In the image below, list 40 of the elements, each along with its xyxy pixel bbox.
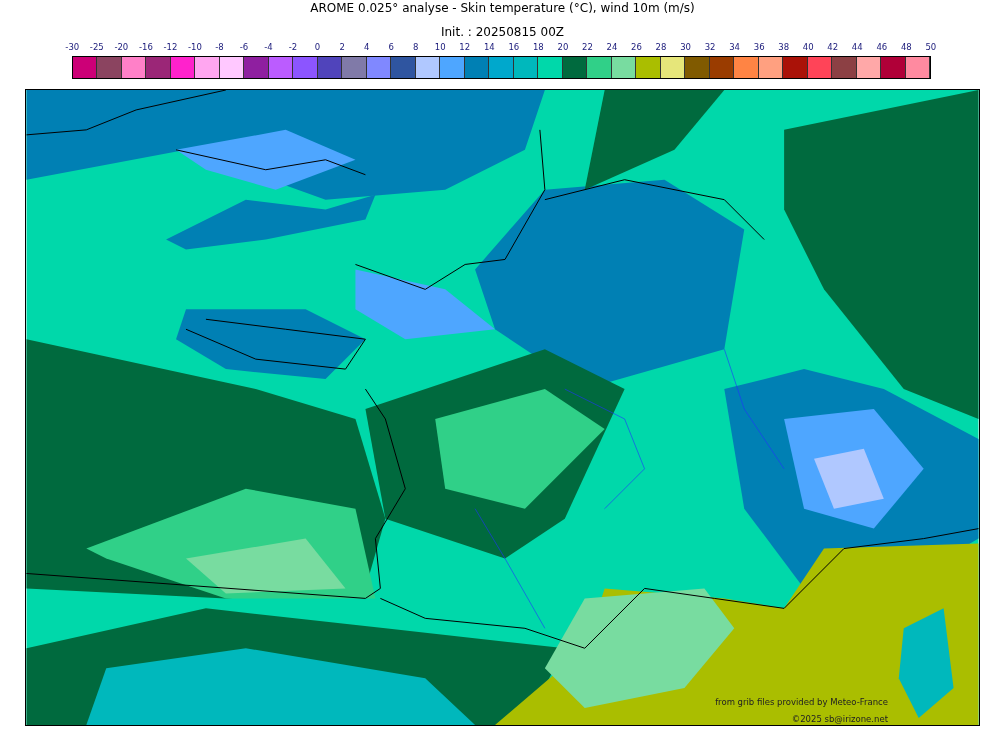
colorbar-tick-label: 24 [605,42,619,54]
copyright-credit: ©2025 sb@irizone.net [791,714,888,724]
colorbar-tick-label: 46 [875,42,889,54]
init-time-label: Init. : 20250815 00Z [439,25,566,41]
colorbar-tick-label: 26 [630,42,643,54]
colorbar-tick-label: -8 [214,42,225,54]
colorbar-tick-label: -20 [113,42,130,54]
colorbar-tick-label: 40 [801,42,815,54]
colorbar-tick-label: 42 [826,42,840,54]
colorbar-tick-label: 28 [654,42,668,54]
colorbar-tick-label: 32 [703,42,717,54]
colorbar-tick-label: 2 [338,42,346,54]
colorbar-tick-label: 14 [482,42,496,54]
colorbar-tick-label: -4 [263,42,274,54]
colorbar-tick-label: 10 [433,42,447,54]
colorbar-tick-label: 48 [899,42,913,54]
colorbar-tick-label: 0 [313,42,322,54]
colorbar-tick-label: -2 [287,42,299,54]
colorbar-tick-label: 34 [728,42,741,54]
colorbar-tick-label: 8 [412,42,420,54]
data-source-credit: from grib files provided by Meteo-France [715,697,888,707]
colorbar-tick-label: 44 [850,42,864,54]
colorbar-tick-label: 16 [507,42,521,54]
colorbar-tick-label: 20 [556,42,570,54]
colorbar-tick-label: 6 [387,42,395,54]
colorbar-tick-label: -25 [88,42,105,54]
colorbar-tick-label: 12 [458,42,472,54]
colorbar-tick-label: -6 [238,42,250,54]
colorbar-tick-label: -12 [162,42,179,54]
colorbar-tick-label: -30 [64,42,81,54]
colorbar-tick-label: 36 [752,42,766,54]
colorbar-tick-label: -16 [137,42,154,54]
chart-title: AROME 0.025° analyse - Skin temperature (°C), wind 10m (m/s) [309,0,696,17]
colorbar-tick-label: 4 [362,42,371,54]
colorbar-tick-label: -10 [186,42,203,54]
colorbar-tick-label: 50 [924,42,938,54]
colorbar-tick-label: 38 [777,42,791,54]
colorbar-tick-label: 22 [581,42,594,54]
colorbar-tick-label: 30 [679,42,692,54]
colorbar-tick-label: 18 [531,42,545,54]
